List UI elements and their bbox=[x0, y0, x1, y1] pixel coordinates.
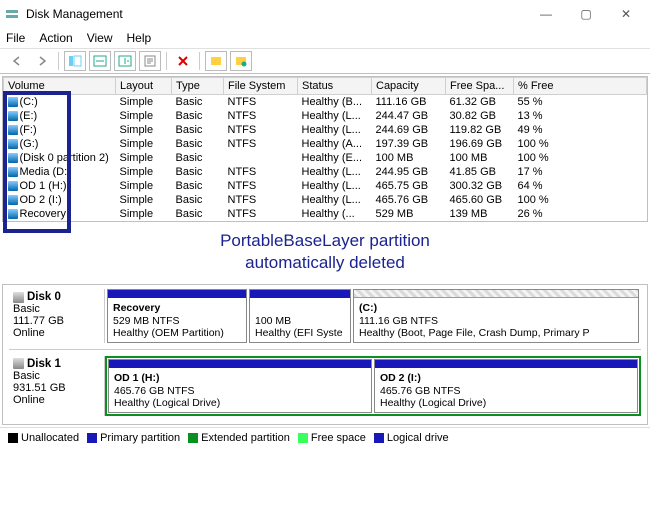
table-row[interactable]: Media (D:)SimpleBasicNTFSHealthy (L...24… bbox=[4, 165, 647, 179]
col-volume[interactable]: Volume bbox=[4, 78, 116, 95]
legend-extended-icon bbox=[188, 433, 198, 443]
menubar: File Action View Help bbox=[0, 28, 650, 48]
volume-icon bbox=[8, 167, 18, 177]
disk1-label: Disk 1 Basic 931.51 GB Online bbox=[9, 356, 105, 416]
disk0-part-efi[interactable]: 100 MBHealthy (EFI Syste bbox=[249, 289, 351, 343]
table-row[interactable]: (F:)SimpleBasicNTFSHealthy (L...244.69 G… bbox=[4, 123, 647, 137]
volume-icon bbox=[8, 97, 18, 107]
disk0-part-c[interactable]: (C:)111.16 GB NTFSHealthy (Boot, Page Fi… bbox=[353, 289, 639, 343]
disk1-row[interactable]: Disk 1 Basic 931.51 GB Online OD 1 (H:)4… bbox=[9, 356, 641, 416]
menu-file[interactable]: File bbox=[6, 31, 25, 45]
titlebar: Disk Management — ▢ ✕ bbox=[0, 0, 650, 28]
disk-icon bbox=[13, 358, 24, 369]
menu-view[interactable]: View bbox=[87, 31, 113, 45]
volume-icon bbox=[8, 125, 18, 135]
disk1-part-i[interactable]: OD 2 (I:)465.76 GB NTFSHealthy (Logical … bbox=[374, 359, 638, 413]
table-row[interactable]: (E:)SimpleBasicNTFSHealthy (L...244.47 G… bbox=[4, 109, 647, 123]
action-button-3[interactable] bbox=[205, 51, 227, 71]
disk1-extended: OD 1 (H:)465.76 GB NTFSHealthy (Logical … bbox=[105, 356, 641, 416]
legend-logical-icon bbox=[374, 433, 384, 443]
volume-icon bbox=[8, 195, 18, 205]
col-layout[interactable]: Layout bbox=[116, 78, 172, 95]
minimize-button[interactable]: — bbox=[526, 2, 566, 26]
disk-graphic-pane: Disk 0 Basic 111.77 GB Online Recovery52… bbox=[2, 284, 648, 425]
volume-icon bbox=[8, 209, 18, 219]
close-button[interactable]: ✕ bbox=[606, 2, 646, 26]
action-button-2[interactable] bbox=[114, 51, 136, 71]
volume-icon bbox=[8, 181, 18, 191]
legend-unalloc-icon bbox=[8, 433, 18, 443]
legend: Unallocated Primary partition Extended p… bbox=[0, 427, 650, 448]
disk1-part-h[interactable]: OD 1 (H:)465.76 GB NTFSHealthy (Logical … bbox=[108, 359, 372, 413]
table-row[interactable]: (Disk 0 partition 2)SimpleBasicHealthy (… bbox=[4, 151, 647, 165]
table-row[interactable]: RecoverySimpleBasicNTFSHealthy (...529 M… bbox=[4, 207, 647, 221]
toolbar bbox=[0, 48, 650, 74]
volume-icon bbox=[8, 139, 18, 149]
forward-button[interactable] bbox=[31, 51, 53, 71]
disk0-label: Disk 0 Basic 111.77 GB Online bbox=[9, 289, 105, 343]
volume-icon bbox=[8, 111, 18, 121]
disk-icon bbox=[13, 292, 24, 303]
annotation-text: PortableBaseLayer partition automaticall… bbox=[0, 224, 650, 282]
col-type[interactable]: Type bbox=[172, 78, 224, 95]
app-icon bbox=[4, 6, 20, 22]
disk0-row[interactable]: Disk 0 Basic 111.77 GB Online Recovery52… bbox=[9, 289, 641, 343]
col-pctfree[interactable]: % Free bbox=[514, 78, 647, 95]
maximize-button[interactable]: ▢ bbox=[566, 2, 606, 26]
volume-icon bbox=[8, 153, 18, 163]
action-button-4[interactable] bbox=[230, 51, 252, 71]
delete-button[interactable] bbox=[172, 51, 194, 71]
col-fs[interactable]: File System bbox=[224, 78, 298, 95]
volume-table[interactable]: Volume Layout Type File System Status Ca… bbox=[3, 77, 647, 221]
table-row[interactable]: OD 1 (H:)SimpleBasicNTFSHealthy (L...465… bbox=[4, 179, 647, 193]
legend-primary-icon bbox=[87, 433, 97, 443]
volume-list-pane: Volume Layout Type File System Status Ca… bbox=[2, 76, 648, 222]
back-button[interactable] bbox=[6, 51, 28, 71]
menu-action[interactable]: Action bbox=[39, 31, 72, 45]
properties-button[interactable] bbox=[139, 51, 161, 71]
table-row[interactable]: OD 2 (I:)SimpleBasicNTFSHealthy (L...465… bbox=[4, 193, 647, 207]
col-capacity[interactable]: Capacity bbox=[372, 78, 446, 95]
window-title: Disk Management bbox=[26, 7, 526, 21]
table-row[interactable]: (C:)SimpleBasicNTFSHealthy (B...111.16 G… bbox=[4, 95, 647, 110]
table-row[interactable]: (G:)SimpleBasicNTFSHealthy (A...197.39 G… bbox=[4, 137, 647, 151]
col-status[interactable]: Status bbox=[298, 78, 372, 95]
disk0-part-recovery[interactable]: Recovery529 MB NTFSHealthy (OEM Partitio… bbox=[107, 289, 247, 343]
col-free[interactable]: Free Spa... bbox=[446, 78, 514, 95]
menu-help[interactable]: Help bbox=[127, 31, 152, 45]
show-hide-button[interactable] bbox=[64, 51, 86, 71]
legend-free-icon bbox=[298, 433, 308, 443]
action-button-1[interactable] bbox=[89, 51, 111, 71]
